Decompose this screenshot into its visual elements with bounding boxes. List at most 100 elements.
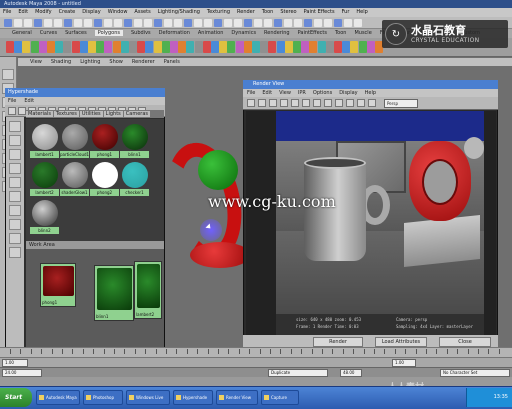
- render-tool-icon[interactable]: [280, 99, 288, 107]
- status-line-icon[interactable]: [274, 19, 282, 27]
- menu-item-11[interactable]: Stereo: [280, 9, 296, 15]
- material-swatch[interactable]: lambert2: [30, 161, 59, 196]
- range-slider[interactable]: 1.00 1.00: [0, 357, 512, 367]
- status-line-icon[interactable]: [44, 19, 52, 27]
- status-line-icon[interactable]: [204, 19, 212, 27]
- create-node-button[interactable]: [9, 121, 21, 132]
- create-node-button[interactable]: [9, 247, 21, 258]
- status-line-icon[interactable]: [304, 19, 312, 27]
- hypershade-tool-icon[interactable]: [8, 107, 16, 115]
- render-menu-item-1[interactable]: Edit: [262, 90, 272, 96]
- hypershade-tool-icon[interactable]: [18, 107, 26, 115]
- status-line-icon[interactable]: [294, 19, 302, 27]
- camera-dropdown[interactable]: Persp: [384, 99, 418, 108]
- shelf-tool-icon[interactable]: [137, 41, 146, 53]
- hypershade-tab-4[interactable]: Cameras: [123, 111, 150, 117]
- shelf-tool-icon[interactable]: [211, 41, 219, 53]
- material-swatch[interactable]: shaderGlow1: [60, 161, 89, 196]
- render-tool-icon[interactable]: [269, 99, 277, 107]
- viewport-menu-item-2[interactable]: Lighting: [80, 59, 100, 65]
- status-line-icon[interactable]: [64, 19, 72, 27]
- shelf-tool-icon[interactable]: [63, 41, 72, 53]
- shelf-tool-icon[interactable]: [219, 41, 228, 53]
- shelf-tool-icon[interactable]: [71, 41, 80, 53]
- shelf-tool-icon[interactable]: [178, 41, 187, 53]
- shelf-tool-icon[interactable]: [104, 41, 113, 53]
- render-menu-item-2[interactable]: View: [279, 90, 291, 96]
- shelf-tool-icon[interactable]: [112, 41, 121, 53]
- create-node-button[interactable]: [9, 149, 21, 160]
- shelf-tool-icon[interactable]: [309, 41, 318, 53]
- status-line-icon[interactable]: [324, 19, 332, 27]
- hypershade-tab-2[interactable]: Utilities: [79, 111, 103, 117]
- shelf-tab-1[interactable]: Curves: [40, 30, 57, 36]
- shelf-tool-icon[interactable]: [243, 41, 252, 53]
- taskbar-task-button[interactable]: Hypershade: [173, 390, 213, 405]
- create-node-button[interactable]: [9, 163, 21, 174]
- shader-node[interactable]: lambert2: [134, 261, 162, 319]
- shelf-tool-icon[interactable]: [284, 41, 293, 53]
- material-swatch[interactable]: lambert1: [30, 123, 59, 158]
- shelf-tool-icon[interactable]: [260, 41, 269, 53]
- status-line-icon[interactable]: [104, 19, 112, 27]
- menu-item-5[interactable]: Window: [108, 9, 128, 15]
- render-tool-icon[interactable]: [324, 99, 332, 107]
- menu-item-10[interactable]: Toon: [262, 9, 274, 15]
- material-swatch[interactable]: blinn1: [120, 123, 149, 158]
- status-line-icon[interactable]: [244, 19, 252, 27]
- time-slider[interactable]: [0, 347, 512, 357]
- render-tool-icon[interactable]: [346, 99, 354, 107]
- shelf-tab-3[interactable]: Polygons: [94, 30, 123, 36]
- shelf-tool-icon[interactable]: [317, 41, 326, 53]
- viewport-menu-item-5[interactable]: Panels: [164, 59, 180, 65]
- menu-item-13[interactable]: Fur: [342, 9, 350, 15]
- shader-node[interactable]: phong1: [40, 263, 76, 307]
- status-line-icon[interactable]: [314, 19, 322, 27]
- shelf-tool-icon[interactable]: [350, 41, 359, 53]
- shelf-tool-icon[interactable]: [88, 41, 96, 53]
- status-line-icon[interactable]: [154, 19, 162, 27]
- status-line-icon[interactable]: [354, 19, 362, 27]
- shelf-tab-4[interactable]: Subdivs: [131, 30, 151, 36]
- create-node-button[interactable]: [9, 219, 21, 230]
- load-attributes-button[interactable]: Load Attributes: [375, 337, 427, 347]
- status-line-icon[interactable]: [234, 19, 242, 27]
- create-node-button[interactable]: [9, 177, 21, 188]
- render-tool-icon[interactable]: [302, 99, 310, 107]
- status-line-icon[interactable]: [34, 19, 42, 27]
- status-line-icon[interactable]: [344, 19, 352, 27]
- render-view-title-bar[interactable]: Render View: [243, 80, 498, 89]
- status-line-icon[interactable]: [164, 19, 172, 27]
- shelf-tool-icon[interactable]: [202, 41, 211, 53]
- status-line-icon[interactable]: [124, 19, 132, 27]
- material-swatch[interactable]: particleCloud1: [60, 123, 89, 158]
- shelf-tool-icon[interactable]: [14, 41, 23, 53]
- status-line-icon[interactable]: [54, 19, 62, 27]
- shelf-tool-icon[interactable]: [252, 41, 260, 53]
- shelf-tool-icon[interactable]: [358, 41, 367, 53]
- menu-item-9[interactable]: Render: [237, 9, 255, 15]
- status-line-icon[interactable]: [74, 19, 82, 27]
- status-line-icon[interactable]: [264, 19, 272, 27]
- green-sphere-object[interactable]: [198, 150, 238, 190]
- render-menu-item-4[interactable]: Options: [313, 90, 332, 96]
- taskbar-task-button[interactable]: Photoshop: [83, 390, 123, 405]
- tool-button[interactable]: [2, 69, 14, 80]
- hypershade-tab-1[interactable]: Textures: [53, 111, 79, 117]
- shelf-tool-icon[interactable]: [276, 41, 285, 53]
- status-line-icon[interactable]: [134, 19, 142, 27]
- range-start-field[interactable]: 1.00: [2, 359, 28, 367]
- mel-command-field[interactable]: Duplicate: [268, 369, 328, 377]
- viewport-menu-item-1[interactable]: Shading: [51, 59, 71, 65]
- shelf-tool-icon[interactable]: [293, 41, 301, 53]
- render-tool-icon[interactable]: [368, 99, 376, 107]
- status-line-icon[interactable]: [144, 19, 152, 27]
- shelf-tool-icon[interactable]: [96, 41, 105, 53]
- taskbar-task-button[interactable]: Autodesk Maya: [36, 390, 80, 405]
- rendered-image[interactable]: [276, 111, 484, 314]
- material-swatch[interactable]: checker1: [120, 161, 149, 196]
- status-line-icon[interactable]: [94, 19, 102, 27]
- render-tool-icon[interactable]: [291, 99, 299, 107]
- status-line-icon[interactable]: [4, 19, 12, 27]
- shelf-tool-icon[interactable]: [120, 41, 129, 53]
